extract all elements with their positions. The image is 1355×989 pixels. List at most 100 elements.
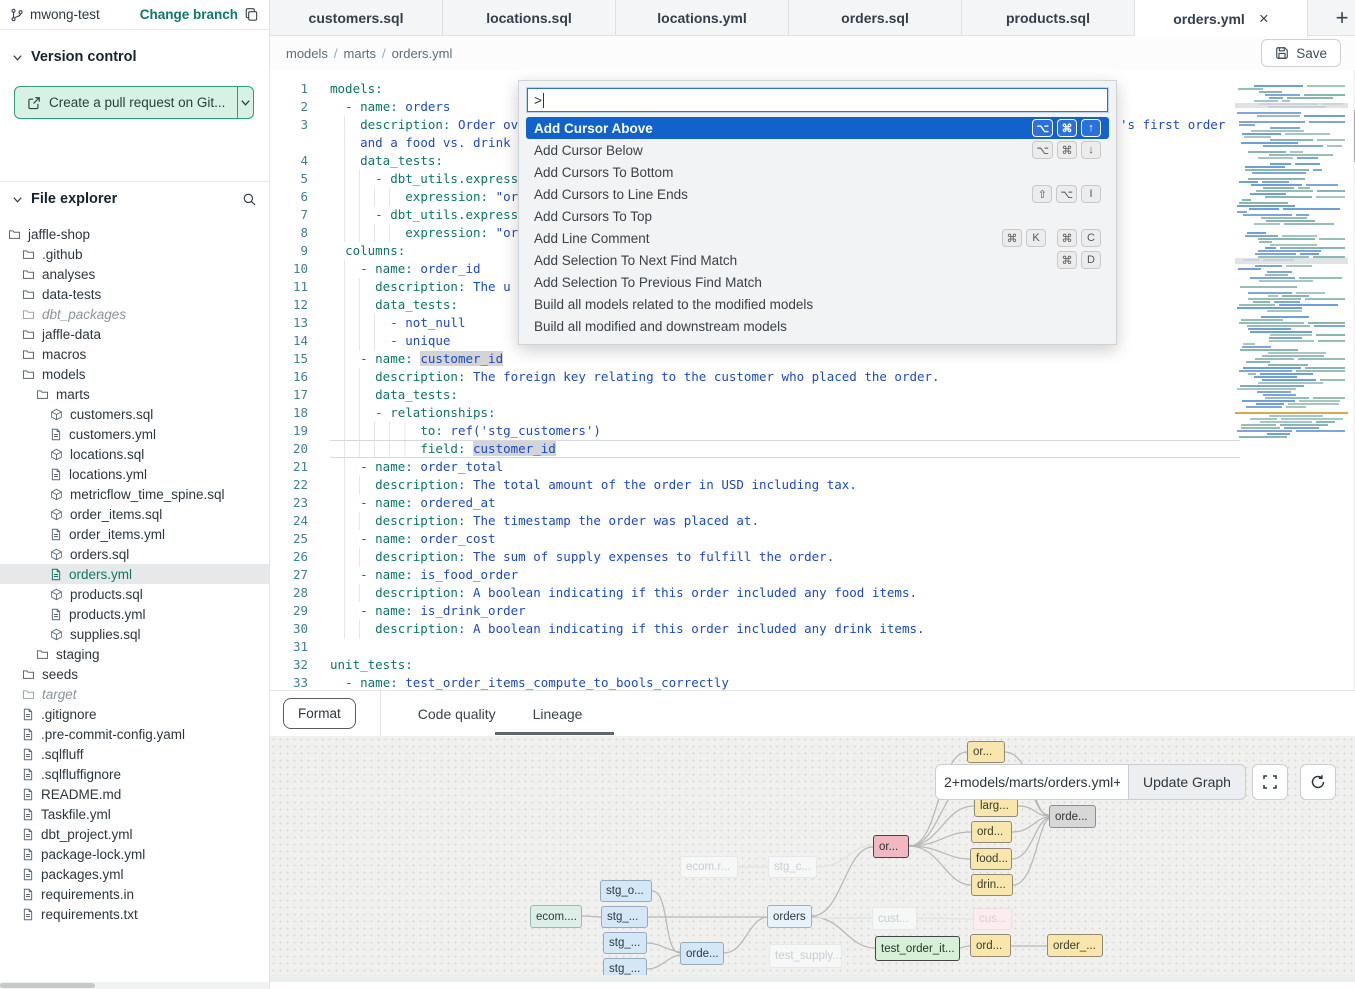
tree-item-requirements.in[interactable]: requirements.in	[0, 884, 269, 904]
tree-item-marts[interactable]: marts	[0, 384, 269, 404]
tree-item-locations.yml[interactable]: locations.yml	[0, 464, 269, 484]
tree-item-analyses[interactable]: analyses	[0, 264, 269, 284]
code-line-20[interactable]: 20 field: customer_id	[270, 440, 1240, 458]
version-control-header[interactable]: Version control	[0, 40, 269, 74]
tree-item-.gitignore[interactable]: .gitignore	[0, 704, 269, 724]
tree-item-data-tests[interactable]: data-tests	[0, 284, 269, 304]
lineage-node-stg_o[interactable]: stg_o...	[600, 880, 652, 902]
scrollbar-thumb[interactable]	[0, 983, 95, 988]
code-line-25[interactable]: 25 - name: order_cost	[270, 530, 1240, 548]
lineage-node-orders[interactable]: orders	[767, 905, 812, 928]
lineage-horizontal-scrollbar[interactable]	[270, 975, 1355, 982]
lineage-node-orde[interactable]: orde...	[680, 942, 724, 965]
tree-item-dbt-project.yml[interactable]: dbt_project.yml	[0, 824, 269, 844]
tree-item-.sqlfluff[interactable]: .sqlfluff	[0, 744, 269, 764]
lineage-node-test_order_it[interactable]: test_order_it...	[875, 936, 960, 961]
tree-item-seeds[interactable]: seeds	[0, 664, 269, 684]
command-palette-input[interactable]: >	[527, 88, 1108, 112]
tab-orders.yml[interactable]: orders.yml×	[1135, 0, 1308, 37]
lineage-node-order_[interactable]: order_...	[1047, 934, 1103, 957]
palette-item-add-cursors-to-line-ends[interactable]: Add Cursors to Line Ends⇧⌥I	[526, 183, 1109, 205]
tab-products.sql[interactable]: products.sql	[962, 0, 1135, 35]
lineage-node-or[interactable]: or...	[873, 835, 909, 858]
tree-item-macros[interactable]: macros	[0, 344, 269, 364]
format-button[interactable]: Format	[283, 698, 356, 729]
palette-item-add-selection-to-previous-find-match[interactable]: Add Selection To Previous Find Match	[526, 271, 1109, 293]
sidebar-horizontal-scrollbar[interactable]	[0, 982, 269, 989]
update-graph-button[interactable]: Update Graph	[1128, 764, 1246, 800]
tree-item-requirements.txt[interactable]: requirements.txt	[0, 904, 269, 924]
code-line-22[interactable]: 22 description: The total amount of the …	[270, 476, 1240, 494]
tree-item-order-items.sql[interactable]: order_items.sql	[0, 504, 269, 524]
create-pr-dropdown[interactable]	[237, 87, 253, 118]
code-line-17[interactable]: 17 data_tests:	[270, 386, 1240, 404]
tab-customers.sql[interactable]: customers.sql	[270, 0, 443, 35]
palette-item-add-cursor-above[interactable]: Add Cursor Above⌥⌘↑	[526, 117, 1109, 139]
lineage-node-test_supply[interactable]: test_supply...	[769, 944, 842, 968]
code-line-23[interactable]: 23 - name: ordered_at	[270, 494, 1240, 512]
tree-item-products.sql[interactable]: products.sql	[0, 584, 269, 604]
code-line-18[interactable]: 18 - relationships:	[270, 404, 1240, 422]
code-line-24[interactable]: 24 description: The timestamp the order …	[270, 512, 1240, 530]
lineage-node-orde[interactable]: orde...	[1049, 805, 1096, 828]
code-line-26[interactable]: 26 description: The sum of supply expens…	[270, 548, 1240, 566]
code-line-29[interactable]: 29 - name: is_drink_order	[270, 602, 1240, 620]
code-line-30[interactable]: 30 description: A boolean indicating if …	[270, 620, 1240, 638]
code-line-32[interactable]: 32unit_tests:	[270, 656, 1240, 674]
bottom-tab-lineage[interactable]: Lineage	[533, 691, 583, 737]
code-line-31[interactable]: 31	[270, 638, 1240, 656]
tree-item-taskfile.yml[interactable]: Taskfile.yml	[0, 804, 269, 824]
tree-item-supplies.sql[interactable]: supplies.sql	[0, 624, 269, 644]
tree-item-customers.yml[interactable]: customers.yml	[0, 424, 269, 444]
lineage-node-ord[interactable]: ord...	[971, 821, 1012, 843]
code-line-21[interactable]: 21 - name: order_total	[270, 458, 1240, 476]
breadcrumb-item-models[interactable]: models	[286, 46, 328, 61]
lineage-node-stg_[interactable]: stg_...	[603, 932, 647, 954]
tree-item-staging[interactable]: staging	[0, 644, 269, 664]
lineage-node-drin[interactable]: drin...	[971, 874, 1013, 896]
code-line-33[interactable]: 33 - name: test_order_items_compute_to_b…	[270, 674, 1240, 690]
palette-item-add-cursors-to-top[interactable]: Add Cursors To Top	[526, 205, 1109, 227]
tree-item-orders.yml[interactable]: orders.yml	[0, 564, 269, 584]
save-button[interactable]: Save	[1261, 39, 1341, 67]
code-line-15[interactable]: 15 - name: customer_id	[270, 350, 1240, 368]
tree-item-.github[interactable]: .github	[0, 244, 269, 264]
palette-item-add-selection-to-next-find-match[interactable]: Add Selection To Next Find Match⌘D	[526, 249, 1109, 271]
tab-locations.yml[interactable]: locations.yml	[616, 0, 789, 35]
palette-item-build-all-models-related-to-the-modified-models[interactable]: Build all models related to the modified…	[526, 293, 1109, 315]
tree-item-models[interactable]: models	[0, 364, 269, 384]
palette-item-add-line-comment[interactable]: Add Line Comment⌘K⌘C	[526, 227, 1109, 249]
tab-locations.sql[interactable]: locations.sql	[443, 0, 616, 35]
lineage-node-food[interactable]: food...	[970, 848, 1012, 870]
lineage-node-ecom[interactable]: ecom....	[530, 905, 582, 928]
tree-item-jaffle-shop[interactable]: jaffle-shop	[0, 224, 269, 244]
tab-orders.sql[interactable]: orders.sql	[789, 0, 962, 35]
palette-item-build-all-modified-and-downstream-models[interactable]: Build all modified and downstream models	[526, 315, 1109, 337]
lineage-node-ecomr[interactable]: ecom.r...	[680, 856, 738, 878]
new-tab-button[interactable]: +	[1324, 0, 1355, 35]
lineage-node-stg_[interactable]: stg_...	[601, 906, 648, 928]
code-line-19[interactable]: 19 to: ref('stg_customers')	[270, 422, 1240, 440]
tree-item-customers.sql[interactable]: customers.sql	[0, 404, 269, 424]
breadcrumb-item-marts[interactable]: marts	[344, 46, 377, 61]
code-line-27[interactable]: 27 - name: is_food_order	[270, 566, 1240, 584]
tree-item-.sqlfluffignore[interactable]: .sqlfluffignore	[0, 764, 269, 784]
tree-item-readme.md[interactable]: README.md	[0, 784, 269, 804]
palette-item-add-cursor-below[interactable]: Add Cursor Below⌥⌘↓	[526, 139, 1109, 161]
code-line-16[interactable]: 16 description: The foreign key relating…	[270, 368, 1240, 386]
lineage-node-ord[interactable]: ord...	[970, 934, 1011, 957]
tree-item-orders.sql[interactable]: orders.sql	[0, 544, 269, 564]
editor-minimap[interactable]	[1235, 85, 1348, 447]
tree-item-package-lock.yml[interactable]: package-lock.yml	[0, 844, 269, 864]
lineage-node-stg_c[interactable]: stg_c...	[768, 856, 817, 878]
lineage-node-cus[interactable]: cus...	[973, 908, 1012, 930]
tree-item-products.yml[interactable]: products.yml	[0, 604, 269, 624]
close-icon[interactable]: ×	[1259, 9, 1269, 29]
tree-item-packages.yml[interactable]: packages.yml	[0, 864, 269, 884]
breadcrumb-item-orders.yml[interactable]: orders.yml	[392, 46, 453, 61]
bottom-tab-code-quality[interactable]: Code quality	[418, 691, 496, 737]
tree-item-jaffle-data[interactable]: jaffle-data	[0, 324, 269, 344]
tree-item-target[interactable]: target	[0, 684, 269, 704]
copy-icon[interactable]	[244, 7, 259, 22]
tree-item-order-items.yml[interactable]: order_items.yml	[0, 524, 269, 544]
